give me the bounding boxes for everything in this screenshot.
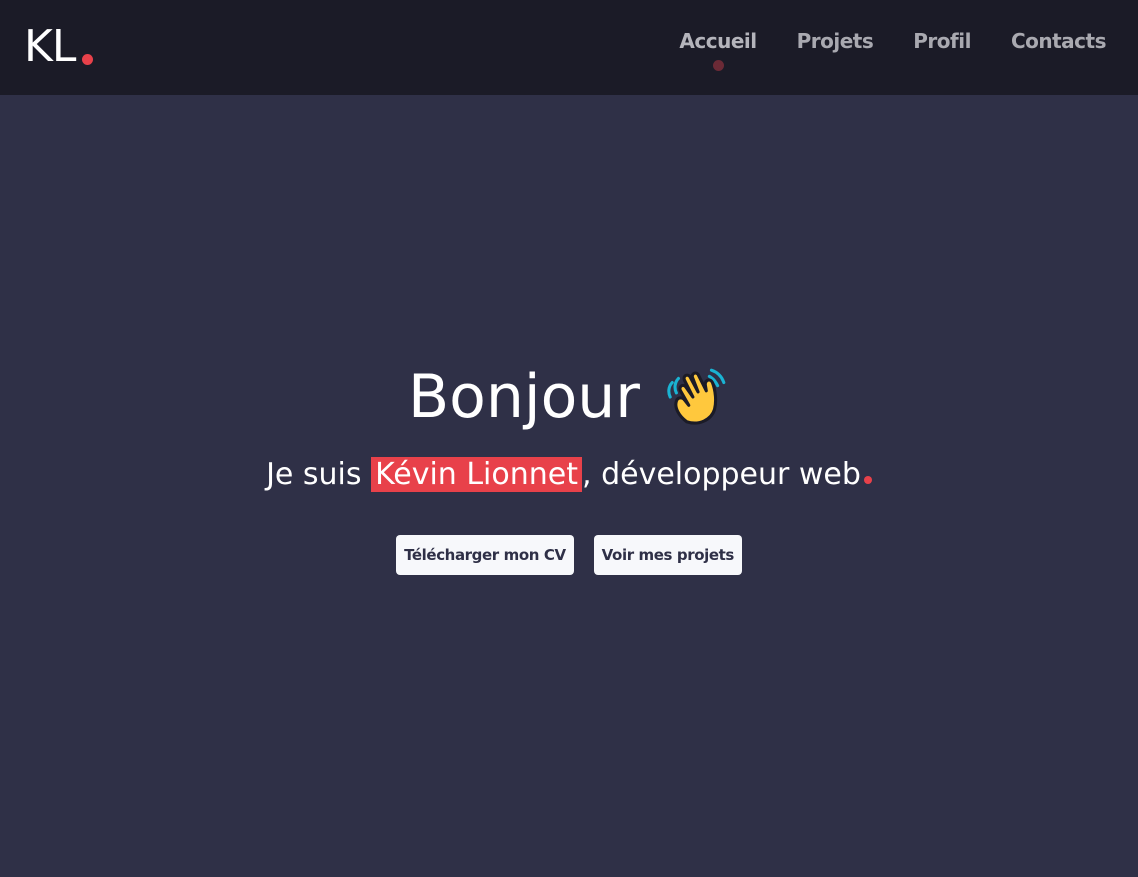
hero-title: Bonjour [408,355,730,439]
nav-item-accueil[interactable]: Accueil [679,28,757,71]
nav-item-label: Contacts [1010,29,1107,53]
subtitle-suffix: , développeur web [582,457,861,492]
nav-item-profil[interactable]: Profil [913,28,971,54]
nav-item-label: Projets [796,29,874,53]
nav-item-label: Accueil [679,29,757,53]
nav-item-contacts[interactable]: Contacts [1010,28,1107,54]
accent-dot [863,476,872,484]
hero-buttons: Télécharger mon CV Voir mes projets [0,535,1138,575]
nav-item-label: Profil [913,29,971,53]
logo[interactable]: KL [24,21,76,72]
hero-section: Bonjour Je suis Kévin Lionnet, développe… [0,355,1138,495]
navbar: KL Accueil Projets Profil Contacts [0,0,1138,95]
logo-dot [82,54,93,65]
name-highlight: Kévin Lionnet [371,457,582,492]
download-cv-button[interactable]: Télécharger mon CV [396,535,574,575]
subtitle-prefix: Je suis [266,457,372,492]
logo-text: KL [24,21,76,72]
nav-links: Accueil Projets Profil Contacts [679,28,1107,71]
nav-item-projets[interactable]: Projets [797,28,874,54]
view-projects-button[interactable]: Voir mes projets [593,535,742,575]
hero-title-text: Bonjour [408,362,640,432]
active-indicator-dot [713,60,724,71]
waving-hand-icon [667,368,726,425]
hero-subtitle: Je suis Kévin Lionnet, développeur web [0,455,1138,495]
